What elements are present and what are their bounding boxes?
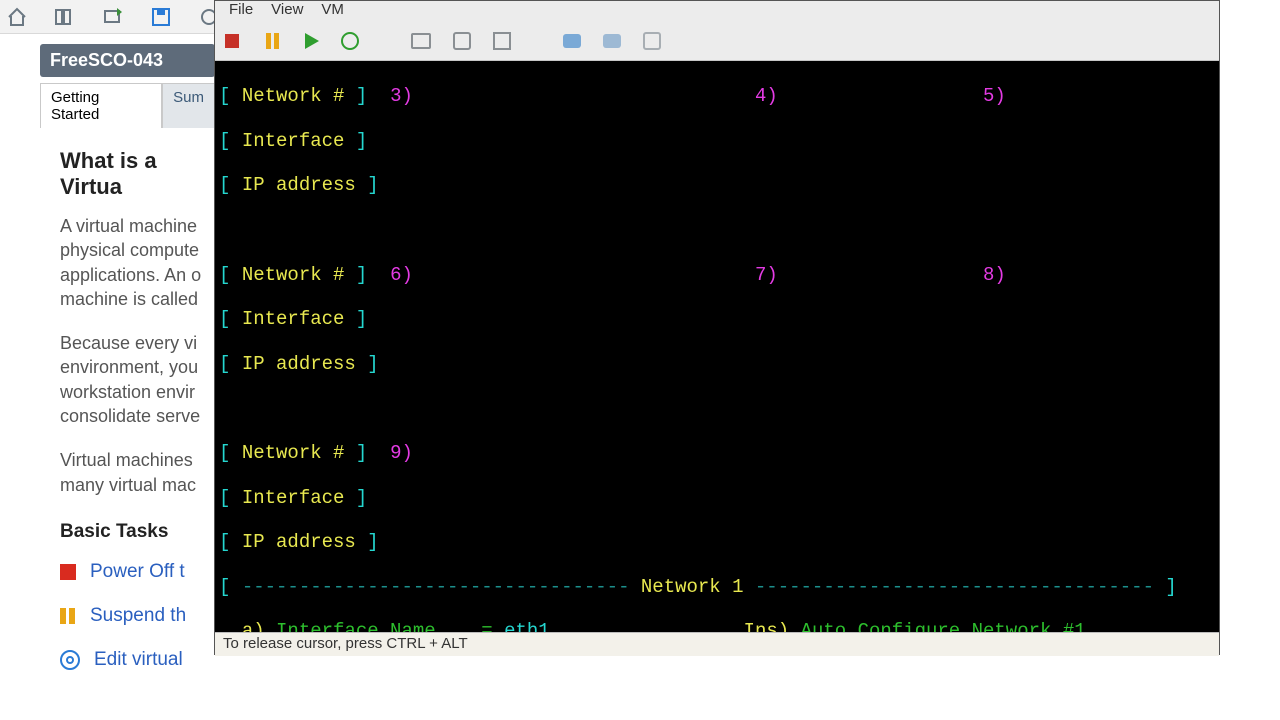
vm-toolbar: [215, 21, 1219, 61]
basic-tasks-heading: Basic Tasks: [60, 521, 215, 543]
devices-button[interactable]: [643, 32, 661, 50]
tab-getting-started[interactable]: Getting Started: [40, 83, 162, 128]
menu-view[interactable]: View: [271, 1, 303, 18]
task-edit-label: Edit virtual: [94, 649, 183, 671]
pause-button[interactable]: [261, 30, 283, 52]
host-main-toolbar: [0, 0, 215, 34]
restart-button[interactable]: [341, 32, 359, 50]
tab-summary[interactable]: Sum: [162, 83, 215, 128]
content-para-1: A virtual machine physical compute appli…: [60, 214, 215, 311]
fullscreen-button[interactable]: [563, 34, 581, 48]
vm-name-header: FreeSCO-043: [40, 44, 215, 77]
sidebar: FreeSCO-043 Getting Started Sum What is …: [40, 44, 215, 693]
vm-menubar: File View VM: [215, 1, 1219, 21]
gear-icon: [60, 650, 80, 670]
snapshot-button[interactable]: [411, 33, 431, 49]
refresh-icon[interactable]: [102, 6, 124, 28]
stop-icon: [60, 564, 76, 580]
task-suspend[interactable]: Suspend th: [60, 605, 215, 627]
menu-vm[interactable]: VM: [321, 1, 344, 18]
play-button[interactable]: [305, 33, 319, 49]
task-edit-settings[interactable]: Edit virtual: [60, 649, 215, 671]
pause-icon: [60, 608, 76, 624]
content-para-2: Because every vi environment, you workst…: [60, 331, 215, 428]
vm-window: File View VM [ Network # ] 3) 4) 5) [ In…: [214, 0, 1220, 655]
manage-snapshots-button[interactable]: [493, 32, 511, 50]
stop-button[interactable]: [225, 34, 239, 48]
sidebar-tabs: Getting Started Sum: [40, 83, 215, 128]
vm-status-bar: To release cursor, press CTRL + ALT: [215, 632, 1219, 656]
revert-button[interactable]: [453, 32, 471, 50]
save-icon[interactable]: [150, 6, 172, 28]
library-icon[interactable]: [54, 6, 76, 28]
content-heading: What is a Virtua: [60, 148, 215, 200]
content-para-3: Virtual machines many virtual mac: [60, 448, 215, 497]
unity-button[interactable]: [603, 34, 621, 48]
task-power-off-label: Power Off t: [90, 561, 185, 583]
menu-file[interactable]: File: [229, 1, 253, 18]
task-suspend-label: Suspend th: [90, 605, 186, 627]
net-label: Network #: [242, 85, 345, 107]
vm-console[interactable]: [ Network # ] 3) 4) 5) [ Interface ] [ I…: [215, 61, 1219, 632]
home-icon[interactable]: [6, 6, 28, 28]
task-power-off[interactable]: Power Off t: [60, 561, 215, 583]
